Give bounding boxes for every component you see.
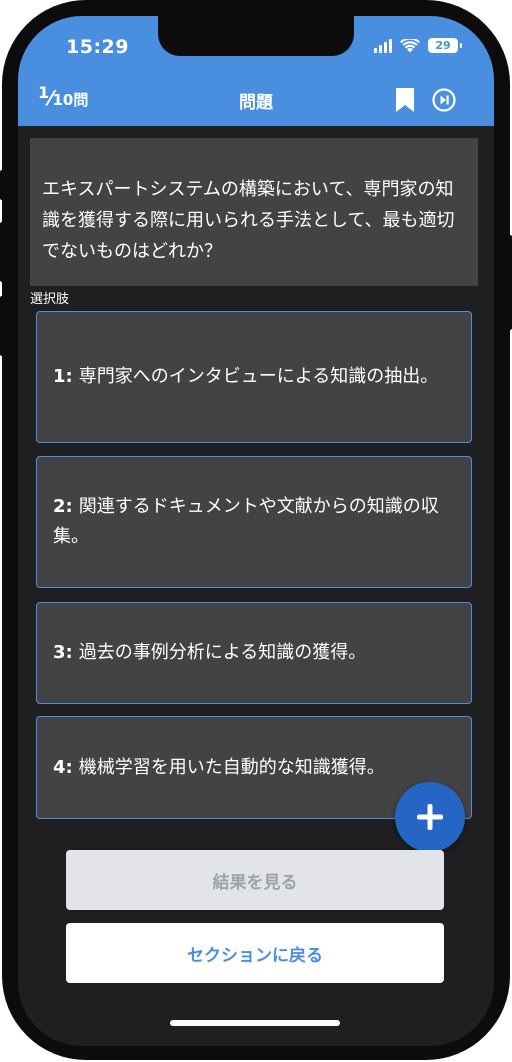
choice-3[interactable]: 3: 過去の事例分析による知識の獲得。 (36, 602, 472, 704)
choice-1-content: 1: 専門家へのインタビューによる知識の抽出。 (53, 362, 438, 392)
add-button[interactable] (395, 782, 465, 852)
view-results-button[interactable]: 結果を見る (66, 850, 444, 910)
side-button-silent (0, 170, 4, 200)
status-icons: 29 (374, 38, 462, 53)
choice-1[interactable]: 1: 専門家へのインタビューによる知識の抽出。 (36, 311, 472, 443)
choice-2-content: 2: 関連するドキュメントや文献からの知識の収集。 (53, 492, 455, 552)
question-text: エキスパートシステムの構築において、専門家の知識を獲得する際に用いられる手法とし… (30, 138, 478, 286)
choice-4-content: 4: 機械学習を用いた自動的な知識獲得。 (53, 753, 385, 783)
wifi-icon (400, 38, 420, 52)
status-time: 15:29 (66, 36, 129, 58)
choices-label: 選択肢 (30, 292, 70, 307)
skip-forward-icon[interactable] (432, 88, 456, 112)
side-button-volume-up (0, 222, 4, 282)
side-button-power (508, 235, 512, 330)
choice-text: 機械学習を用いた自動的な知識獲得。 (78, 756, 385, 778)
choice-text: 関連するドキュメントや文献からの知識の収集。 (53, 496, 439, 547)
bookmark-icon[interactable] (395, 88, 415, 112)
choice-text: 専門家へのインタビューによる知識の抽出。 (78, 366, 439, 387)
app-screen: 15:29 29 1⁄10問 問題 エキスパートシステムの構築において、専門家の… (18, 16, 494, 1046)
home-indicator[interactable] (170, 1020, 340, 1026)
choice-number: 1: (53, 366, 73, 387)
side-button-volume-down (0, 296, 4, 356)
notch (158, 16, 354, 56)
choice-number: 4: (53, 756, 73, 778)
back-to-section-button[interactable]: セクションに戻る (66, 923, 444, 983)
choice-3-content: 3: 過去の事例分析による知識の獲得。 (53, 638, 366, 668)
choice-text: 過去の事例分析による知識の獲得。 (78, 642, 367, 663)
choice-2[interactable]: 2: 関連するドキュメントや文献からの知識の収集。 (36, 456, 472, 588)
plus-icon (417, 804, 443, 830)
page-title: 問題 (239, 93, 273, 113)
battery-icon: 29 (428, 38, 462, 53)
choice-number: 2: (53, 496, 73, 517)
choice-number: 3: (53, 642, 73, 663)
signal-icon (374, 38, 392, 53)
